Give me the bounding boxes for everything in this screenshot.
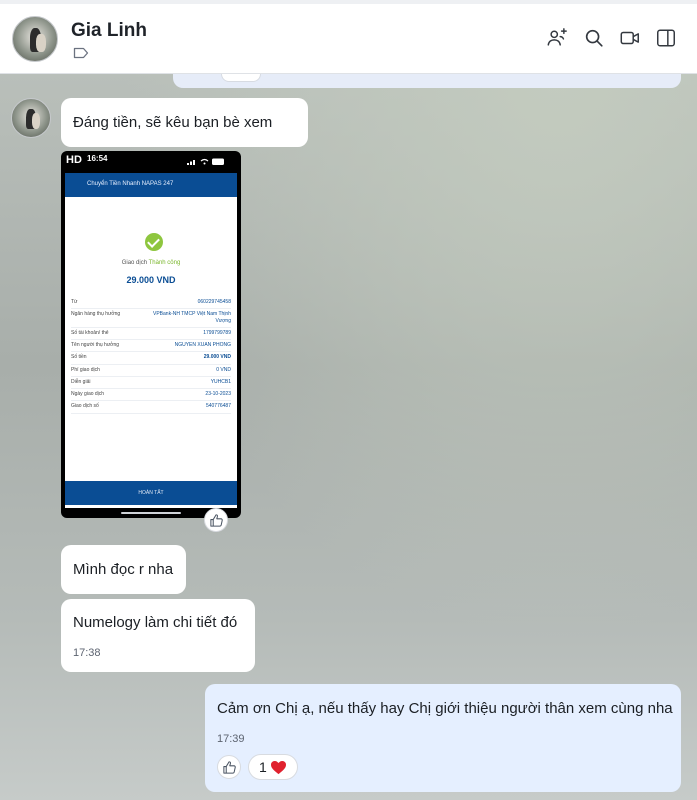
- row-label: Giao dịch số: [71, 403, 99, 410]
- result-status: Thành công: [148, 260, 181, 266]
- sidebar-toggle-icon[interactable]: [655, 27, 677, 49]
- video-call-icon[interactable]: [619, 27, 641, 49]
- react-button[interactable]: [204, 508, 228, 532]
- receipt-row: Số tiền 29.000 VND: [71, 352, 231, 365]
- avatar-figure-child: [31, 113, 41, 130]
- reaction-summary[interactable]: 1: [248, 754, 298, 780]
- react-button[interactable]: [217, 755, 241, 779]
- transaction-result: Giao dịch Thành công: [65, 260, 237, 266]
- image-message[interactable]: HD 16:54 Chuyển Tiền Nhanh NAPAS 247 Gia…: [61, 151, 241, 518]
- contact-avatar[interactable]: [12, 16, 58, 62]
- thumbs-up-icon: [210, 514, 223, 527]
- chat-header: Gia Linh: [0, 0, 697, 74]
- receipt-row: Ngày giao dịch 23-10-2023: [71, 389, 231, 402]
- incoming-message[interactable]: Mình đọc r nha: [61, 545, 186, 594]
- message-text: Numelogy làm chi tiết đó: [73, 614, 238, 631]
- row-value: 060229745458: [197, 299, 231, 305]
- outgoing-message[interactable]: Cảm ơn Chị ạ, nếu thấy hay Chị giới thiệ…: [205, 684, 681, 792]
- receipt-details: Từ 060229745458 Ngân hàng thụ hưởng VPBank…: [71, 297, 231, 414]
- row-value: 29.000 VND: [203, 354, 231, 361]
- receipt-row: Giao dịch số 540776487: [71, 401, 231, 414]
- row-label: Diễn giải: [71, 378, 91, 385]
- row-label: Từ: [71, 299, 78, 305]
- row-label: Phí giao dịch: [71, 366, 100, 373]
- row-label: Số tài khoản/ thẻ: [71, 329, 109, 336]
- sender-avatar[interactable]: [11, 98, 51, 138]
- incoming-message[interactable]: Numelogy làm chi tiết đó 17:38: [61, 599, 255, 672]
- receipt-row: Diễn giải YUHCB1: [71, 377, 231, 389]
- row-value: 0 VND: [216, 366, 231, 373]
- success-check-icon: [145, 233, 163, 251]
- row-label: Số tiền: [71, 354, 87, 361]
- row-label: Ngày giao dịch: [71, 391, 105, 397]
- receipt-screen: Chuyển Tiền Nhanh NAPAS 247 Giao dịch Th…: [65, 173, 237, 508]
- result-prefix: Giao dịch: [121, 260, 148, 266]
- message-time: 17:39: [217, 733, 245, 745]
- reaction-count: 1: [259, 758, 267, 775]
- heart-icon: [270, 760, 286, 774]
- receipt-row: Tên người thụ hưởng NGUYEN XUAN PHONG: [71, 340, 231, 353]
- thumbs-up-icon: [223, 761, 236, 774]
- add-member-icon[interactable]: [546, 27, 568, 49]
- row-label: Tên người thụ hưởng: [71, 342, 120, 348]
- message-text: Mình đọc r nha: [73, 561, 174, 578]
- tag-icon[interactable]: [73, 47, 89, 59]
- receipt-row: Số tài khoản/ thẻ 1799799789: [71, 328, 231, 340]
- avatar-figure-child: [35, 33, 46, 53]
- row-value: 1799799789: [203, 329, 231, 336]
- receipt-title: Chuyển Tiền Nhanh NAPAS 247: [87, 181, 174, 187]
- contact-name[interactable]: Gia Linh: [71, 20, 147, 42]
- row-value: 23-10-2023: [205, 391, 231, 397]
- home-indicator: [121, 512, 181, 514]
- row-value: YUHCB1: [210, 378, 231, 385]
- header-top-strip: [0, 0, 697, 4]
- phone-status-icons: [187, 158, 224, 165]
- hd-badge: HD: [66, 154, 82, 166]
- row-value: NGUYEN XUAN PHONG: [174, 342, 231, 348]
- incoming-message[interactable]: Đáng tiền, sẽ kêu bạn bè xem thử: [61, 98, 308, 180]
- phone-status-time: 16:54: [87, 154, 108, 163]
- row-label: Ngân hàng thụ hưởng: [71, 311, 121, 318]
- receipt-row: Ngân hàng thụ hưởng VPBank-NH TMCP Việt N…: [71, 309, 231, 328]
- message-time: 17:38: [73, 647, 101, 659]
- receipt-title-bar: Chuyển Tiền Nhanh NAPAS 247: [65, 173, 237, 197]
- search-icon[interactable]: [583, 27, 605, 49]
- previous-message-bubble: [173, 74, 681, 88]
- receipt-row: Phí giao dịch 0 VND: [71, 365, 231, 377]
- row-value: VPBank-NH TMCP Việt Nam Thịnh Vượng: [153, 311, 231, 324]
- previous-reaction-pill[interactable]: [221, 74, 261, 82]
- message-text: Cảm ơn Chị ạ, nếu thấy hay Chị giới thiệ…: [217, 700, 673, 717]
- message-list[interactable]: Đáng tiền, sẽ kêu bạn bè xem thử HD 16:5…: [0, 74, 697, 800]
- row-value: 540776487: [205, 403, 231, 410]
- transaction-amount: 29.000 VND: [126, 275, 176, 285]
- done-button: HOÀN TẤT: [65, 481, 237, 505]
- receipt-row: Từ 060229745458: [71, 297, 231, 310]
